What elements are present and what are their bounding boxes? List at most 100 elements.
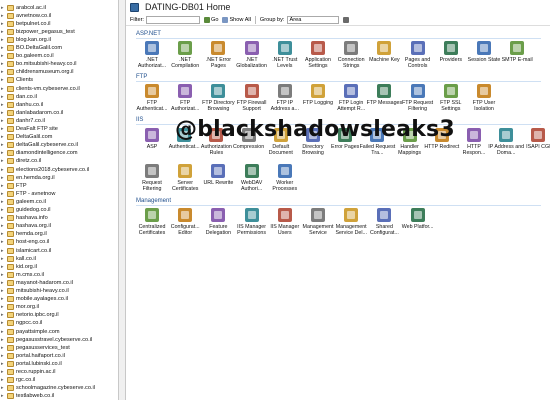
site-folder-icon	[7, 101, 14, 108]
feature-tile[interactable]: FTP Authorizat...	[167, 84, 203, 118]
feature-label: Authenticat...	[168, 144, 200, 150]
tree-item-label: clients-vm.cybeserve.co.il	[16, 85, 80, 92]
feature-tile[interactable]: Session State	[466, 41, 502, 75]
feature-label: FTP IP Address a...	[270, 100, 299, 112]
feature-tile[interactable]: Feature Delegation	[200, 208, 236, 242]
feature-tile[interactable]: ISAPI CGI	[520, 128, 550, 162]
feature-tile[interactable]: FTP Logging	[300, 84, 336, 118]
feature-tile[interactable]: FTP Directory Browsing	[200, 84, 236, 118]
feature-tile[interactable]: Connection Strings	[333, 41, 369, 75]
feature-label: .NET Compilation	[171, 57, 200, 69]
feature-icon	[145, 164, 159, 178]
tree-item[interactable]: ▸ testlabweb.co.il	[0, 392, 54, 400]
feature-tile[interactable]: .NET Authorizat...	[134, 41, 170, 75]
site-tree[interactable]: ▸ arabcol.ac.il ▸ avnetnow.co.il ▸ betpulnet.…	[0, 0, 118, 400]
toolbar-separator	[254, 16, 256, 24]
site-folder-icon	[7, 77, 14, 84]
group-by-label: Group by:	[259, 17, 285, 23]
feature-tile[interactable]: Management Service Del...	[333, 208, 369, 242]
tree-item-label: kall.co.il	[16, 255, 36, 262]
feature-tile[interactable]: Centralized Certificates	[134, 208, 170, 242]
show-all-button[interactable]: Show All	[222, 17, 251, 23]
feature-tile[interactable]: FTP Messages	[366, 84, 402, 118]
feature-tile[interactable]: FTP Request Filtering	[400, 84, 436, 118]
feature-tile[interactable]: WebDAV Authori...	[234, 164, 270, 198]
feature-tile[interactable]: FTP User Isolation	[466, 84, 502, 118]
feature-tile[interactable]: URL Rewrite	[200, 164, 236, 198]
feature-tile[interactable]: FTP Firewall Support	[234, 84, 270, 118]
tree-item-label: bo.galeem.co.il	[16, 53, 54, 60]
filter-input[interactable]	[145, 16, 200, 24]
feature-label: Providers	[439, 57, 462, 63]
feature-tile[interactable]: Providers	[433, 41, 469, 75]
feature-label: FTP Firewall Support	[236, 100, 267, 112]
tree-item-label: mor.org.il	[16, 304, 40, 311]
feature-tile[interactable]: Directory Browsing	[295, 128, 331, 162]
feature-tile[interactable]: Application Settings	[300, 41, 336, 75]
feature-tile[interactable]: Machine Key	[366, 41, 402, 75]
feature-tile[interactable]: Request Filtering	[134, 164, 170, 198]
group-header-aspnet[interactable]: ASP.NET	[136, 31, 161, 37]
feature-tile[interactable]: FTP SSL Settings	[433, 84, 469, 118]
feature-tile[interactable]: Authenticat...	[166, 128, 202, 162]
feature-label: Connection Strings	[337, 57, 365, 69]
title-bar: DATING-DB01 Home	[126, 0, 550, 14]
group-by-select[interactable]: Area	[286, 16, 339, 24]
feature-tile[interactable]: .NET Error Pages	[200, 41, 236, 75]
feature-tile[interactable]: IP Address and Doma...	[488, 128, 524, 162]
tree-item-label: deltaGalil.cybeserve.co.il	[16, 142, 78, 149]
tree-item-label: galeem.co.il	[16, 198, 46, 205]
feature-tile[interactable]: Web Platfor...	[400, 208, 436, 242]
feature-tile[interactable]: Failed Request Tra...	[359, 128, 395, 162]
feature-tile[interactable]: FTP IP Address a...	[267, 84, 303, 118]
view-grid-icon	[342, 17, 349, 23]
feature-icon	[434, 128, 449, 142]
feature-label: Authorization Rules	[200, 144, 232, 156]
feature-icon	[244, 41, 259, 55]
feature-tile[interactable]: Error Pages	[327, 128, 363, 162]
group-header-management[interactable]: Management	[136, 198, 171, 204]
feature-tile[interactable]: FTP Login Attempt R...	[333, 84, 369, 118]
feature-tile[interactable]: .NET Globalization	[234, 41, 270, 75]
feature-tile[interactable]: .NET Trust Levels	[267, 41, 303, 75]
feature-tile[interactable]: IIS Manager Users	[267, 208, 303, 242]
feature-tile[interactable]: FTP Authenticat...	[134, 84, 170, 118]
feature-tile[interactable]: Server Certificates	[167, 164, 203, 198]
feature-tile[interactable]: Handler Mappings	[392, 128, 428, 162]
feature-tile[interactable]: Authorization Rules	[198, 128, 234, 162]
site-folder-icon	[7, 150, 14, 157]
feature-icon	[241, 128, 256, 142]
go-button[interactable]: Go	[203, 17, 218, 23]
feature-tile[interactable]: HTTP Respon...	[456, 128, 492, 162]
feature-label: ASP	[146, 144, 158, 150]
feature-icon	[178, 164, 193, 178]
site-folder-icon	[7, 207, 14, 213]
view-toggle-button[interactable]	[342, 17, 350, 23]
tree-item-label: FTP - avnetnow	[16, 190, 56, 197]
pane-splitter[interactable]	[118, 0, 126, 400]
feature-tile[interactable]: Configurat... Editor	[167, 208, 203, 242]
feature-tile[interactable]: Management Service	[300, 208, 336, 242]
feature-tile[interactable]: Default Document	[263, 128, 299, 162]
site-folder-icon	[7, 393, 14, 400]
feature-label: FTP Login Attempt R...	[337, 100, 366, 112]
feature-tile[interactable]: Pages and Controls	[400, 41, 436, 75]
site-folder-icon	[7, 352, 14, 359]
feature-label: SMTP E-mail	[501, 57, 533, 63]
feature-tile[interactable]: HTTP Redirect	[424, 128, 460, 162]
feature-icon	[277, 208, 292, 222]
feature-tile[interactable]: Compression	[231, 128, 267, 162]
feature-tile[interactable]: IIS Manager Permissions	[234, 208, 270, 242]
feature-tile[interactable]: Shared Configurat...	[366, 208, 402, 242]
feature-tile[interactable]: .NET Compilation	[167, 41, 203, 75]
tree-item-label: schoolmagazine.cybeserve.co.il	[16, 385, 95, 392]
tree-item-label: FTP	[16, 182, 27, 189]
feature-label: FTP Logging	[302, 100, 334, 106]
feature-tile[interactable]: Worker Processes	[267, 164, 303, 198]
site-folder-icon	[7, 166, 14, 173]
feature-icon	[467, 128, 481, 142]
tree-item-label: pegasusservices_test	[16, 344, 70, 351]
feature-tile[interactable]: ASP	[134, 128, 170, 162]
show-all-icon	[222, 17, 229, 23]
feature-tile[interactable]: SMTP E-mail	[499, 41, 535, 75]
